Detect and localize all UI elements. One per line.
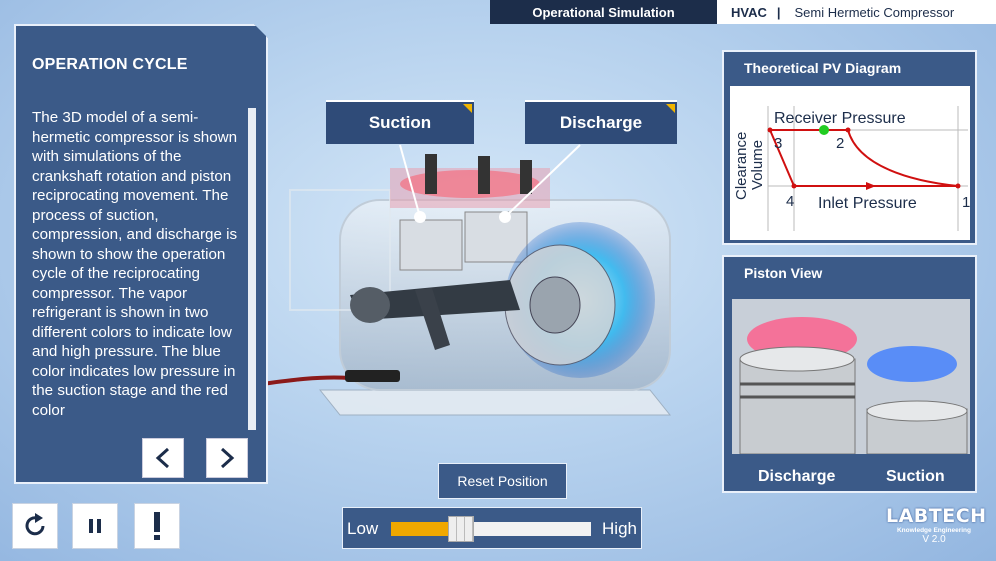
suction-label[interactable]: Suction <box>326 100 474 144</box>
pause-icon <box>89 519 101 533</box>
previous-page-button[interactable] <box>142 438 184 478</box>
pause-button[interactable] <box>72 503 118 549</box>
info-button[interactable] <box>134 503 180 549</box>
pv-diagram-plot: Receiver Pressure Inlet Pressure 1 2 3 4… <box>730 86 970 240</box>
piston-view-panel: Piston View Discharge Suction <box>722 255 977 493</box>
description-text: The 3D model of a semi-hermetic compress… <box>32 109 238 419</box>
y-axis-label-line1: Clearance <box>733 132 750 200</box>
app-version: V 2.0 <box>922 534 946 545</box>
brand-tagline: Knowledge Engineering <box>896 527 972 534</box>
breadcrumb: HVAC | Semi Hermetic Compressor <box>717 0 996 24</box>
point-2-label: 2 <box>836 135 844 152</box>
labtech-logo: LABTECH Knowledge Engineering V 2.0 <box>886 505 987 559</box>
mode-title: Operational Simulation <box>490 0 717 24</box>
pv-diagram-panel: Theoretical PV Diagram Receiver Pressure… <box>722 50 977 245</box>
breadcrumb-section: HVAC <box>731 4 767 20</box>
point-1-label: 1 <box>962 194 970 211</box>
breadcrumb-title: Semi Hermetic Compressor <box>794 4 955 20</box>
restart-button[interactable] <box>12 503 58 549</box>
pv-cycle-curve <box>769 129 959 187</box>
restart-icon <box>25 513 45 536</box>
speed-control: Low High <box>342 507 642 549</box>
speed-low-label: Low <box>347 519 379 538</box>
brand-logo-text: LABTECH <box>886 505 987 527</box>
reset-position-button[interactable]: Reset Position <box>438 463 567 499</box>
operation-cycle-panel: OPERATION CYCLE The 3D model of a semi-h… <box>14 24 268 484</box>
speed-slider-thumb[interactable] <box>448 516 474 542</box>
chevron-right-icon <box>220 447 235 469</box>
piston-view-render <box>732 299 970 454</box>
receiver-pressure-label: Receiver Pressure <box>774 110 906 127</box>
next-page-button[interactable] <box>206 438 248 478</box>
breadcrumb-separator: | <box>776 4 781 20</box>
piston-discharge-label: Discharge <box>758 468 836 485</box>
chevron-left-icon <box>155 447 170 469</box>
text-scrollbar[interactable] <box>248 108 256 430</box>
pv-diagram-title: Theoretical PV Diagram <box>744 60 902 76</box>
discharge-label[interactable]: Discharge <box>525 100 677 144</box>
piston-view-title: Piston View <box>744 265 823 281</box>
compressor-3d-model[interactable] <box>250 140 710 440</box>
point-4-label: 4 <box>786 193 794 210</box>
speed-high-label: High <box>602 519 637 538</box>
piston-suction-label: Suction <box>886 468 945 485</box>
point-3-label: 3 <box>774 135 782 152</box>
exclamation-icon <box>154 512 160 540</box>
top-bar: Operational Simulation HVAC | Semi Herme… <box>490 0 996 24</box>
inlet-pressure-label: Inlet Pressure <box>818 195 917 212</box>
y-axis-label-line2: Volume <box>749 140 766 190</box>
panel-title: OPERATION CYCLE <box>32 56 188 73</box>
speed-slider-track[interactable] <box>391 516 591 542</box>
